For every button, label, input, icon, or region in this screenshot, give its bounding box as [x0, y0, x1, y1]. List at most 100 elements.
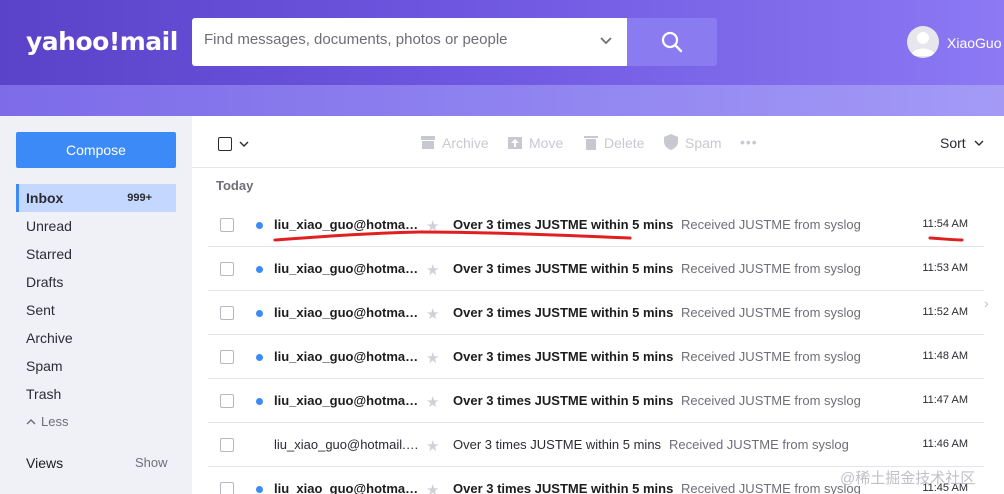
sidebar: Compose Inbox 999+ Unread Starred Drafts… — [0, 116, 192, 494]
sender: liu_xiao_guo@hotmail.com — [274, 349, 420, 364]
row-checkbox[interactable] — [220, 350, 234, 364]
subject: Over 3 times JUSTME within 5 mins — [453, 349, 674, 364]
star-icon[interactable]: ★ — [426, 349, 439, 367]
subject: Over 3 times JUSTME within 5 mins — [453, 437, 662, 452]
star-icon[interactable]: ★ — [426, 481, 439, 494]
header-band — [0, 85, 1004, 116]
unread-dot-icon[interactable] — [256, 354, 263, 361]
sidebar-item-label: Starred — [26, 246, 72, 262]
search-input[interactable] — [204, 31, 584, 48]
row-checkbox[interactable] — [220, 394, 234, 408]
sidebar-item-unread[interactable]: Unread — [16, 212, 176, 240]
sidebar-item-label: Unread — [26, 218, 72, 234]
views-show-link[interactable]: Show — [135, 455, 168, 470]
sidebar-item-label: Sent — [26, 302, 55, 318]
unread-dot-icon[interactable] — [256, 310, 263, 317]
star-icon[interactable]: ★ — [426, 261, 439, 279]
subject: Over 3 times JUSTME within 5 mins — [453, 261, 674, 276]
chevron-down-icon — [974, 140, 984, 146]
user-avatar-icon[interactable] — [907, 26, 939, 58]
subject: Over 3 times JUSTME within 5 mins — [453, 393, 674, 408]
chevron-right-icon[interactable]: › — [984, 295, 989, 311]
table-row[interactable]: liu_xiao_guo@hotmail.com ★ Over 3 times JU… — [208, 380, 984, 423]
row-checkbox[interactable] — [220, 218, 234, 232]
star-icon[interactable]: ★ — [426, 437, 439, 455]
sender: liu_xiao_guo@hotmail.com — [274, 481, 420, 494]
table-row[interactable]: liu_xiao_guo@hotmail.com ★ Over 3 times JU… — [208, 424, 984, 467]
search-box[interactable] — [192, 18, 627, 66]
unread-dot-icon[interactable] — [256, 486, 263, 493]
row-checkbox[interactable] — [220, 262, 234, 276]
sidebar-item-starred[interactable]: Starred — [16, 240, 176, 268]
unread-dot-icon[interactable] — [256, 398, 263, 405]
table-row[interactable]: liu_xiao_guo@hotmail.com ★ Over 3 times JU… — [208, 204, 984, 247]
move-button[interactable]: Move — [507, 135, 563, 151]
yahoo-mail-logo[interactable]: yahoo!mail — [26, 27, 178, 56]
archive-button[interactable]: Archive — [420, 135, 489, 151]
chevron-down-icon[interactable] — [239, 139, 249, 149]
row-checkbox[interactable] — [220, 438, 234, 452]
table-row[interactable]: liu_xiao_guo@hotmail.com ★ Over 3 times JU… — [208, 336, 984, 379]
unread-dot-icon[interactable] — [256, 266, 263, 273]
more-icon[interactable]: ••• — [740, 134, 758, 150]
spam-label: Spam — [685, 135, 722, 151]
sidebar-item-archive[interactable]: Archive — [16, 324, 176, 352]
move-icon — [508, 137, 522, 149]
message-list-pane: Archive Move Delete Spam ••• Sort Today … — [192, 116, 1004, 494]
subject: Over 3 times JUSTME within 5 mins — [453, 305, 674, 320]
compose-button[interactable]: Compose — [16, 132, 176, 168]
sidebar-less-toggle[interactable]: Less — [16, 408, 176, 436]
sidebar-item-spam[interactable]: Spam — [16, 352, 176, 380]
table-row[interactable]: liu_xiao_guo@hotmail.com ★ Over 3 times JU… — [208, 248, 984, 291]
sidebar-item-trash[interactable]: Trash — [16, 380, 176, 408]
spam-button[interactable]: Spam — [664, 134, 722, 151]
preview: Received JUSTME from syslog — [681, 393, 861, 408]
archive-icon — [421, 136, 435, 149]
preview: Received JUSTME from syslog — [681, 217, 861, 232]
sender: liu_xiao_guo@hotmail.com — [274, 305, 420, 320]
timestamp: 11:48 AM — [922, 350, 968, 362]
sidebar-item-sent[interactable]: Sent — [16, 296, 176, 324]
sender: liu_xiao_guo@hotmail.com — [274, 393, 420, 408]
views-label: Views — [26, 455, 64, 471]
delete-label: Delete — [604, 135, 645, 151]
username[interactable]: XiaoGuo — [947, 35, 1001, 51]
star-icon[interactable]: ★ — [426, 393, 439, 411]
search-button[interactable] — [627, 18, 717, 66]
list-toolbar: Archive Move Delete Spam ••• Sort — [192, 116, 1004, 168]
app-header: yahoo!mail XiaoGuo — [0, 0, 1004, 116]
select-all-checkbox[interactable] — [218, 137, 232, 151]
sender: liu_xiao_guo@hotmail.com — [274, 217, 420, 232]
shield-icon — [664, 134, 678, 150]
preview: Received JUSTME from syslog — [681, 349, 861, 364]
row-checkbox[interactable] — [220, 306, 234, 320]
watermark: @稀土掘金技术社区 — [840, 470, 976, 487]
table-row[interactable]: liu_xiao_guo@hotmail.com ★ Over 3 times JU… — [208, 292, 984, 335]
timestamp: 11:54 AM — [922, 218, 968, 230]
move-label: Move — [529, 135, 564, 151]
subject: Over 3 times JUSTME within 5 mins — [453, 217, 674, 232]
row-checkbox[interactable] — [220, 482, 234, 494]
star-icon[interactable]: ★ — [426, 305, 439, 323]
unread-count-badge: 999+ — [127, 192, 152, 204]
star-icon[interactable]: ★ — [426, 217, 439, 235]
chevron-down-icon[interactable] — [599, 34, 613, 48]
sidebar-item-label: Trash — [26, 386, 62, 402]
sidebar-item-drafts[interactable]: Drafts — [16, 268, 176, 296]
timestamp: 11:52 AM — [922, 306, 968, 318]
timestamp: 11:46 AM — [922, 438, 968, 450]
search-icon — [661, 31, 683, 53]
unread-dot-icon[interactable] — [256, 222, 263, 229]
date-group-label: Today — [216, 178, 254, 193]
trash-icon — [584, 136, 598, 150]
sort-label: Sort — [940, 135, 966, 151]
sidebar-item-inbox[interactable]: Inbox 999+ — [16, 184, 176, 212]
sender: liu_xiao_guo@hotmail.com — [274, 261, 420, 276]
sort-button[interactable]: Sort — [940, 135, 984, 151]
preview: Received JUSTME from syslog — [681, 261, 861, 276]
delete-button[interactable]: Delete — [584, 135, 644, 151]
timestamp: 11:53 AM — [922, 262, 968, 274]
sender: liu_xiao_guo@hotmail.com — [274, 437, 420, 452]
less-label: Less — [41, 414, 69, 429]
chevron-up-icon — [26, 419, 36, 425]
